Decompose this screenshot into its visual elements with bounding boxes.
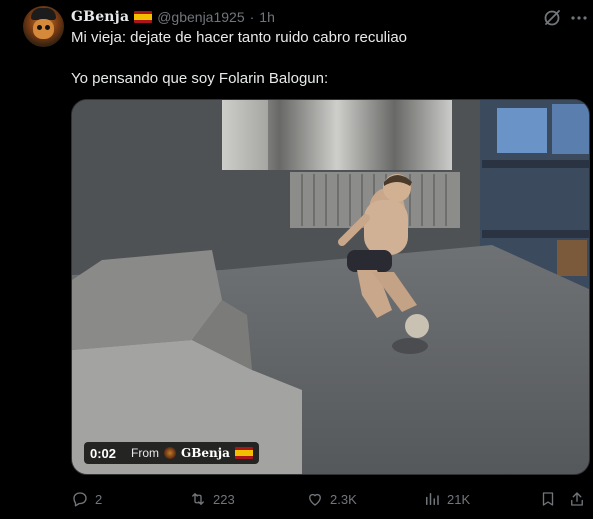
tweet-header: GBenja @gbenja1925 · 1h	[71, 7, 275, 27]
author-name[interactable]: GBenja	[71, 9, 129, 25]
author-handle[interactable]: @gbenja1925	[157, 9, 244, 25]
more-icon[interactable]	[569, 8, 589, 28]
timestamp[interactable]: 1h	[259, 9, 275, 25]
views-count: 21K	[447, 491, 471, 507]
bookmark-button[interactable]	[539, 488, 557, 510]
tweet-text-line2: Yo pensando que soy Folarin Balogun:	[71, 70, 329, 87]
repost-button[interactable]: 223	[189, 488, 235, 510]
bookmark-icon	[542, 492, 554, 506]
separator-dot: ·	[249, 9, 255, 25]
views-icon	[426, 493, 439, 505]
tweet-text-line1: Mi vieja: dejate de hacer tanto ruido ca…	[71, 29, 408, 46]
reply-icon	[73, 492, 87, 507]
video-timestamp-badge: 0:02 From GBenja	[84, 442, 259, 464]
video-player[interactable]	[71, 99, 590, 475]
video-elapsed: 0:02	[90, 445, 117, 461]
share-button[interactable]	[568, 488, 586, 510]
video-frame	[72, 100, 589, 474]
repost-icon	[192, 493, 204, 505]
reply-count: 2	[95, 491, 103, 507]
share-icon	[571, 492, 583, 506]
reply-button[interactable]: 2	[71, 488, 102, 510]
views-button[interactable]: 21K	[423, 488, 470, 510]
tweet-card[interactable]: GBenja @gbenja1925 · 1h Mi vieja: dejate…	[0, 0, 593, 519]
heart-icon	[309, 493, 321, 506]
source-avatar	[164, 447, 177, 459]
spain-flag-icon	[234, 447, 253, 459]
spain-flag-icon	[134, 11, 153, 23]
grok-icon[interactable]	[542, 8, 562, 28]
source-name[interactable]: GBenja	[181, 446, 230, 460]
like-count: 2.3K	[330, 491, 357, 507]
from-label: From	[131, 446, 160, 460]
avatar[interactable]	[23, 6, 64, 47]
action-bar: 2 223 2.3K 21K	[71, 488, 591, 510]
like-button[interactable]: 2.3K	[306, 488, 357, 510]
repost-count: 223	[213, 491, 235, 507]
